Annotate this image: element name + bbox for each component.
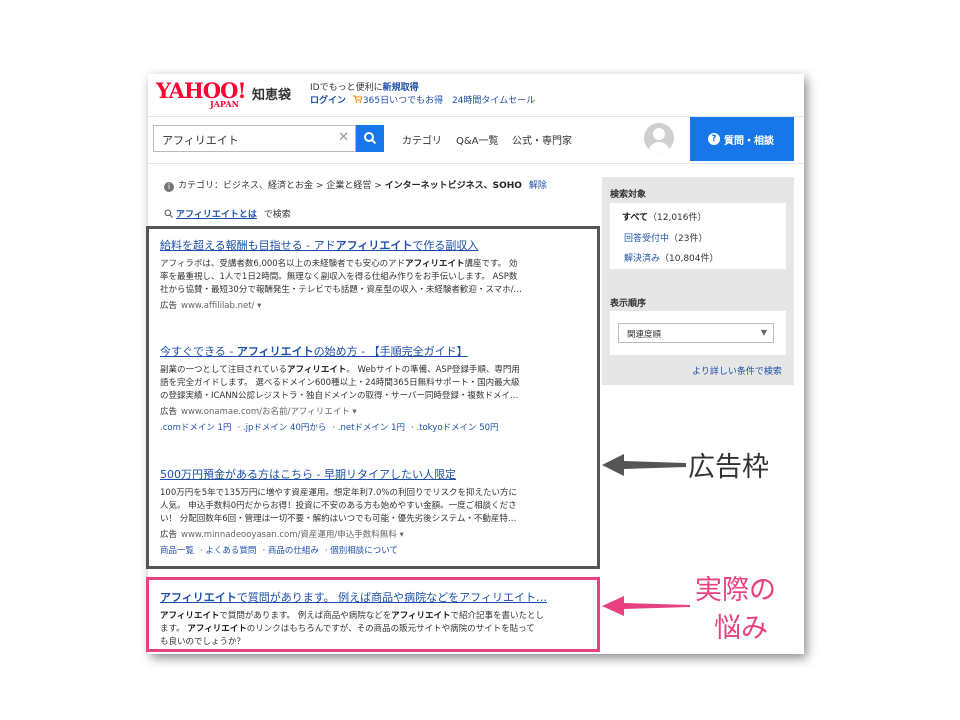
- promo-text: IDでもっと便利に: [310, 83, 383, 93]
- search-suggestion: アフィリエイトとは で検索: [164, 207, 291, 220]
- ad-frame-box: [146, 226, 600, 569]
- filter-all[interactable]: すべて（12,016件）: [622, 210, 707, 223]
- real-worry-label: 実際の: [695, 575, 776, 606]
- arrow-left-icon: [602, 596, 690, 616]
- real-worry-label: 悩み: [714, 613, 768, 644]
- breadcrumb-current: インターネットビジネス、SOHO: [384, 181, 522, 191]
- promo-area: IDでもっと便利に新規取得 ログイン 365日いつでもお得 24時間タイムセール: [310, 82, 690, 108]
- site-header: YAHOO! JAPAN 知恵袋 IDでもっと便利に新規取得 ログイン 365日…: [148, 74, 804, 116]
- question-icon: ?: [708, 133, 720, 145]
- ask-question-button[interactable]: ? 質問・相談: [690, 117, 794, 161]
- nav-category[interactable]: カテゴリ: [402, 132, 442, 147]
- suggestion-suffix: で検索: [263, 210, 291, 220]
- chevron-down-icon: ▼: [760, 328, 767, 337]
- arrow-left-icon: [602, 454, 686, 476]
- yahoo-logo[interactable]: YAHOO! JAPAN: [156, 80, 248, 110]
- breadcrumb-level2[interactable]: 企業と経営: [326, 181, 371, 191]
- logo-sub: JAPAN: [210, 99, 239, 109]
- breadcrumb-remove[interactable]: 解除: [529, 181, 547, 191]
- login-link[interactable]: ログイン: [310, 96, 346, 106]
- avatar[interactable]: [644, 123, 674, 153]
- filter-sidebar: 検索対象 すべて（12,016件） 回答受付中（23件） 解決済み（10,804…: [602, 177, 794, 385]
- breadcrumb-category[interactable]: カテゴリ：ビジネス、経済とお金: [178, 181, 313, 191]
- nav-official-expert[interactable]: 公式・専門家: [512, 132, 572, 147]
- order-heading: 表示順序: [610, 299, 647, 309]
- search-value: アフィリエイト: [162, 134, 239, 147]
- filter-open[interactable]: 回答受付中（23件）: [624, 231, 707, 244]
- cart-icon: [352, 95, 363, 108]
- search-bar: アフィリエイト ✕ カテゴリ Q&A一覧 公式・専門家 ? 質問・相談: [148, 116, 804, 164]
- suggestion-link[interactable]: アフィリエイトとは: [176, 210, 257, 220]
- advanced-search-link[interactable]: より詳しい条件で検索: [692, 364, 782, 377]
- deal-link[interactable]: 365日いつでもお得: [363, 96, 443, 106]
- service-name[interactable]: 知恵袋: [252, 84, 291, 103]
- search-icon: [164, 209, 173, 218]
- search-icon: [364, 132, 377, 145]
- search-input[interactable]: アフィリエイト ✕: [153, 125, 356, 152]
- real-worry-box: [146, 577, 600, 652]
- signup-link[interactable]: 新規取得: [383, 83, 419, 93]
- target-heading: 検索対象: [610, 190, 647, 200]
- breadcrumb-sep: >: [374, 181, 382, 191]
- clear-icon[interactable]: ✕: [338, 130, 349, 145]
- timesale-link[interactable]: 24時間タイムセール: [452, 96, 535, 106]
- search-button[interactable]: [356, 125, 384, 152]
- breadcrumb: i カテゴリ：ビジネス、経済とお金 > 企業と経営 > インターネットビジネス、S…: [164, 178, 547, 192]
- ad-frame-label: 広告枠: [688, 452, 769, 483]
- order-panel: 関連度順 ▼: [610, 311, 786, 355]
- filter-solved[interactable]: 解決済み（10,804件）: [624, 251, 719, 264]
- target-panel: すべて（12,016件） 回答受付中（23件） 解決済み（10,804件）: [610, 203, 786, 269]
- ask-question-label: 質問・相談: [724, 136, 774, 147]
- order-select[interactable]: 関連度順 ▼: [618, 323, 774, 343]
- breadcrumb-sep: >: [315, 181, 324, 191]
- info-icon: i: [164, 182, 174, 192]
- nav-qa-list[interactable]: Q&A一覧: [456, 132, 499, 147]
